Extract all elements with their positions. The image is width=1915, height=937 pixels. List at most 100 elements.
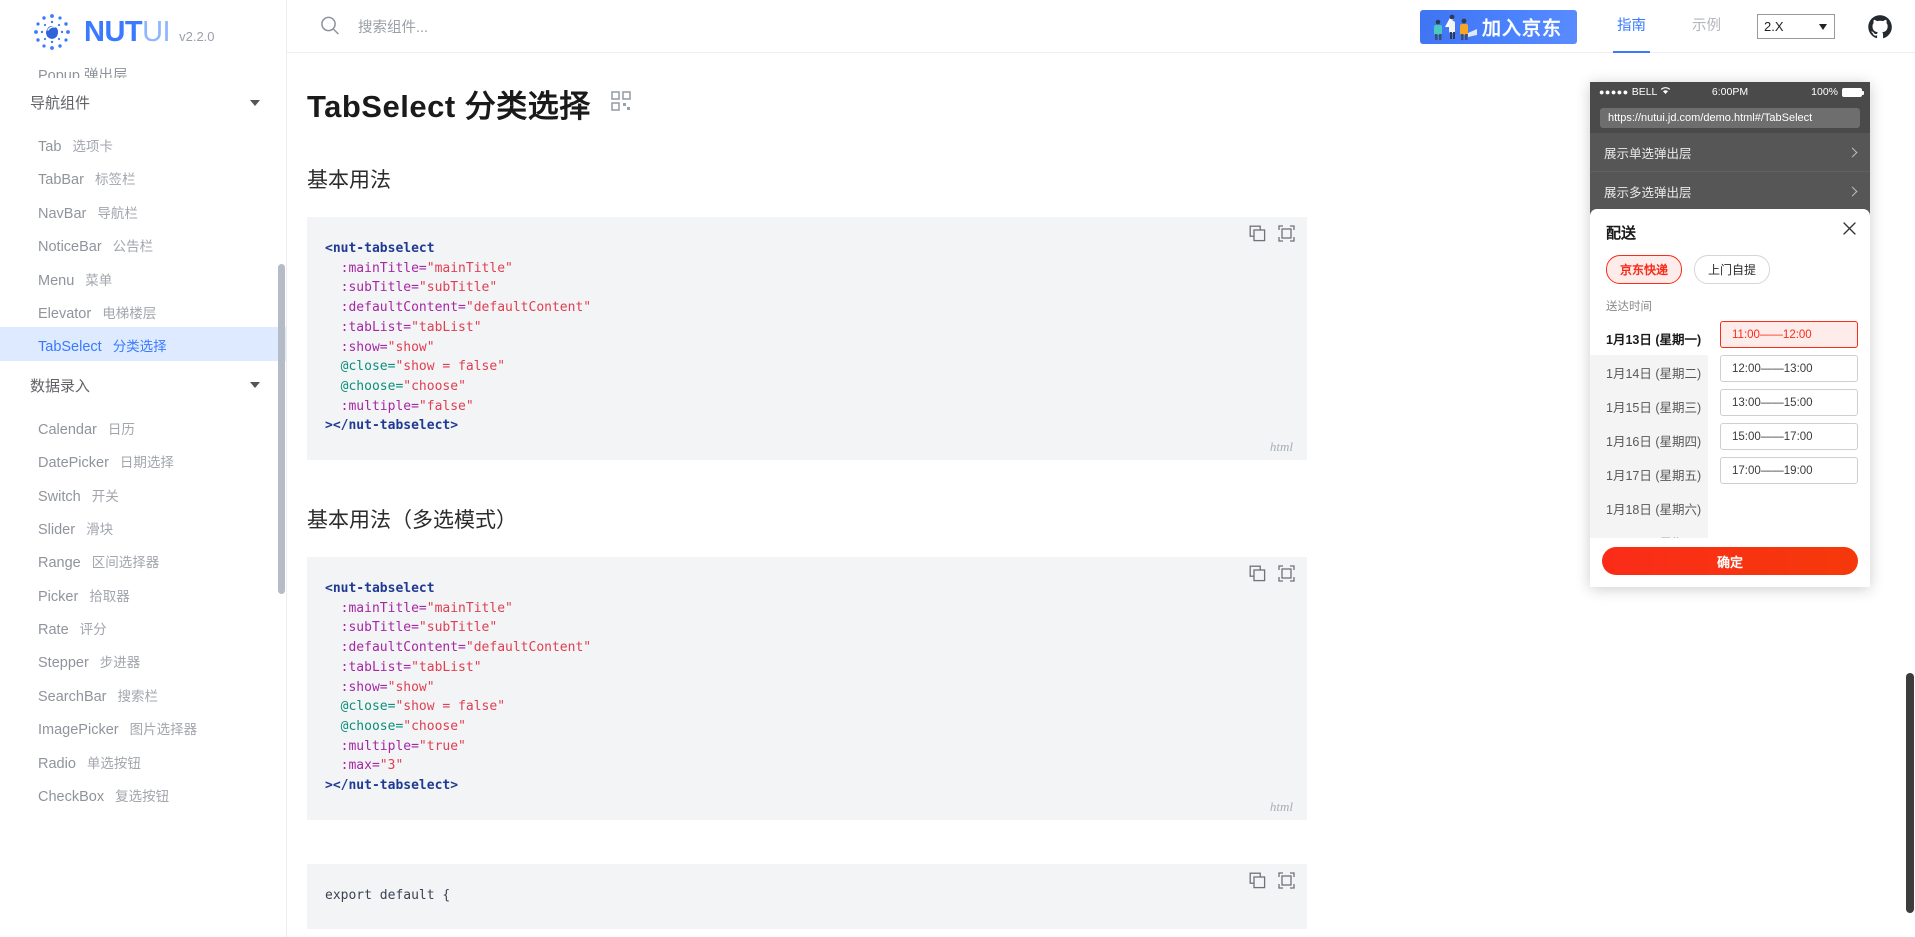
sidebar-clipped-item[interactable]: Popup 弹出层 [0, 64, 286, 78]
popup-date-row[interactable]: 1月19日 (星期天) [1590, 525, 1708, 539]
code-lang-label: html [1269, 798, 1293, 814]
sidebar-item-label-cn: 单选按钮 [86, 755, 141, 771]
sidebar-item-picker[interactable]: Picker 拾取器 [0, 577, 286, 610]
popup-time-row[interactable]: 13:00——15:00 [1720, 389, 1858, 416]
sidebar-nav: Popup 弹出层 导航组件 Tab 选项卡 TabBar 标签栏 NavBar… [0, 64, 286, 937]
app-root: NUTUI v2.2.0 Popup 弹出层 导航组件 Tab 选项卡 TabB… [0, 0, 1915, 937]
sidebar-group-navigation[interactable]: 导航组件 [0, 78, 286, 127]
popup-date-row[interactable]: 1月17日 (星期五) [1590, 457, 1708, 491]
sidebar-item-label-en: NavBar [38, 205, 87, 222]
brand-logo[interactable]: NUTUI v2.2.0 [0, 0, 286, 64]
popup-time-row[interactable]: 15:00——17:00 [1720, 423, 1858, 450]
sidebar-item-tab[interactable]: Tab 选项卡 [0, 127, 286, 160]
people-illustration-icon [1425, 13, 1480, 44]
code-block-basic: <nut-tabselect :mainTitle="mainTitle" :s… [307, 217, 1307, 461]
tab-guide[interactable]: 指南 [1607, 0, 1656, 53]
sidebar-item-stepper[interactable]: Stepper 步进器 [0, 643, 286, 676]
sidebar-item-label-en: Picker [38, 588, 79, 605]
sidebar-item-rate[interactable]: Rate 评分 [0, 610, 286, 643]
popup-footer: 确定 [1590, 538, 1870, 587]
code-text-basic: <nut-tabselect :mainTitle="mainTitle" :s… [325, 241, 592, 434]
sidebar-item-radio[interactable]: Radio 单选按钮 [0, 744, 286, 777]
sidebar-item-switch[interactable]: Switch 开关 [0, 477, 286, 510]
sidebar-item-range[interactable]: Range 区间选择器 [0, 543, 286, 576]
phone-url-bar[interactable]: https://nutui.jd.com/demo.html#/TabSelec… [1590, 102, 1870, 133]
sidebar-item-label-cn: 电梯楼层 [102, 305, 157, 321]
popup-date-list[interactable]: 1月13日 (星期一) 1月14日 (星期二) 1月15日 (星期三) 1月16… [1590, 321, 1708, 538]
tab-examples[interactable]: 示例 [1682, 0, 1731, 53]
phone-menu-row-multiple[interactable]: 展示多选弹出层 [1590, 172, 1870, 211]
confirm-button[interactable]: 确定 [1602, 547, 1858, 575]
main-scrollbar[interactable] [1904, 53, 1915, 937]
phone-url-text: https://nutui.jd.com/demo.html#/TabSelec… [1600, 107, 1860, 128]
page-title-text: TabSelect 分类选择 [307, 89, 591, 124]
popup-tab-self-pickup[interactable]: 上门自提 [1694, 255, 1771, 284]
sidebar-item-datepicker[interactable]: DatePicker 日期选择 [0, 443, 286, 476]
expand-icon[interactable] [1278, 872, 1295, 889]
code-block-multiple: <nut-tabselect :mainTitle="mainTitle" :s… [307, 557, 1307, 820]
sidebar: NUTUI v2.2.0 Popup 弹出层 导航组件 Tab 选项卡 TabB… [0, 0, 287, 937]
sidebar-item-navbar[interactable]: NavBar 导航栏 [0, 194, 286, 227]
phone-menu-row-single[interactable]: 展示单选弹出层 [1590, 133, 1870, 172]
popup-time-label: 15:00——17:00 [1732, 430, 1813, 443]
sidebar-item-label-en: Menu [38, 272, 75, 289]
code-actions [1249, 225, 1295, 242]
sidebar-item-menu[interactable]: Menu 菜单 [0, 261, 286, 294]
join-jd-banner[interactable]: 加入京东 [1420, 9, 1577, 44]
sidebar-item-slider[interactable]: Slider 滑块 [0, 510, 286, 543]
search-input[interactable]: 搜索组件... [319, 15, 428, 37]
sidebar-item-label-en: Rate [38, 622, 69, 639]
popup-date-row[interactable]: 1月15日 (星期三) [1590, 389, 1708, 423]
sidebar-item-label-cn: 公告栏 [112, 239, 154, 255]
phone-menu-label: 展示单选弹出层 [1604, 146, 1692, 161]
copy-icon[interactable] [1249, 225, 1266, 242]
code-actions [1249, 565, 1295, 582]
signal-dots-icon: ●●●●● [1599, 87, 1629, 97]
popup-time-row[interactable]: 17:00——19:00 [1720, 457, 1858, 484]
phone-menu-label: 展示多选弹出层 [1604, 185, 1692, 200]
close-icon[interactable] [1842, 221, 1857, 236]
sidebar-item-label-cn: 搜索栏 [117, 688, 159, 704]
copy-icon[interactable] [1249, 872, 1266, 889]
copy-icon[interactable] [1249, 565, 1266, 582]
chevron-right-icon [1847, 147, 1858, 157]
sidebar-item-label-cn: 拾取器 [89, 588, 130, 604]
code-lang-label: html [1269, 439, 1293, 455]
popup-time-label: 11:00——12:00 [1732, 328, 1812, 341]
expand-icon[interactable] [1278, 225, 1295, 242]
popup-sub-label: 送达时间 [1606, 301, 1652, 313]
qr-code-icon[interactable] [610, 91, 631, 116]
popup-date-row[interactable]: 1月16日 (星期四) [1590, 423, 1708, 457]
version-select-value: 2.X [1764, 19, 1784, 34]
sidebar-item-imagepicker[interactable]: ImagePicker 图片选择器 [0, 710, 286, 743]
sidebar-item-elevator[interactable]: Elevator 电梯楼层 [0, 294, 286, 327]
sidebar-item-tabselect[interactable]: TabSelect 分类选择 [0, 327, 286, 361]
popup-tab-jd-express[interactable]: 京东快递 [1606, 255, 1683, 284]
expand-icon[interactable] [1278, 565, 1295, 582]
sidebar-item-label-en: Switch [38, 488, 81, 505]
sidebar-item-searchbar[interactable]: SearchBar 搜索栏 [0, 677, 286, 710]
popup-date-row[interactable]: 1月13日 (星期一) [1590, 321, 1708, 355]
sidebar-group-label: 导航组件 [30, 95, 91, 112]
version-select[interactable]: 2.X [1757, 14, 1835, 39]
sidebar-item-calendar[interactable]: Calendar 日历 [0, 410, 286, 443]
popup-time-row[interactable]: 11:00——12:00 [1720, 321, 1858, 348]
sidebar-item-label-cn: 日历 [107, 421, 135, 437]
sidebar-scrollbar[interactable] [277, 64, 286, 937]
main-scrollbar-thumb[interactable] [1906, 673, 1914, 913]
battery-icon [1842, 87, 1864, 97]
github-icon[interactable] [1867, 14, 1893, 40]
sidebar-item-noticebar[interactable]: NoticeBar 公告栏 [0, 227, 286, 260]
popup-time-list[interactable]: 11:00——12:00 12:00——13:00 13:00——15:00 1… [1708, 321, 1870, 538]
phone-carrier: ●●●●● BELL [1599, 86, 1671, 98]
sidebar-group-data-entry[interactable]: 数据录入 [0, 361, 286, 410]
popup-date-row[interactable]: 1月18日 (星期六) [1590, 491, 1708, 525]
sidebar-scrollbar-thumb[interactable] [278, 264, 285, 594]
popup-date-row[interactable]: 1月14日 (星期二) [1590, 355, 1708, 389]
phone-status-bar: ●●●●● BELL 6:00PM 100% [1590, 82, 1870, 102]
tab-examples-label: 示例 [1692, 18, 1721, 34]
sidebar-item-tabbar[interactable]: TabBar 标签栏 [0, 160, 286, 193]
popup-time-row[interactable]: 12:00——13:00 [1720, 355, 1858, 382]
section-heading-multiple: 基本用法（多选模式） [307, 509, 517, 533]
sidebar-item-checkbox[interactable]: CheckBox 复选按钮 [0, 777, 286, 810]
